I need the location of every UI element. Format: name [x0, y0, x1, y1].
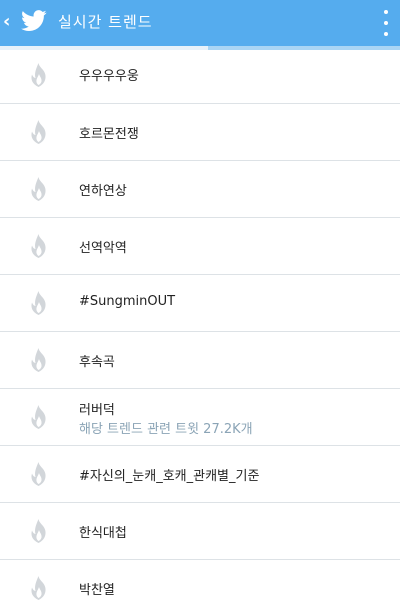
trend-label: 박찬열 — [79, 583, 115, 598]
trend-item[interactable]: #SungminOUT — [0, 275, 400, 332]
flame-icon — [31, 405, 46, 429]
trend-item[interactable]: #자신의_눈캐_호캐_관캐별_기준 — [0, 446, 400, 503]
trend-label: #SungminOUT — [79, 294, 176, 309]
flame-icon — [31, 462, 46, 486]
flame-icon — [31, 120, 46, 144]
trend-item[interactable]: 러버덕 해당 트렌드 관련 트윗 27.2K개 — [0, 389, 400, 446]
trend-label: 호르몬전쟁 — [79, 127, 139, 142]
trend-item[interactable]: 우우우우웅 — [0, 50, 400, 104]
trend-label: 우우우우웅 — [79, 69, 139, 84]
flame-icon — [31, 576, 46, 600]
app-bar: ‹ 실시간 트렌드 — [0, 0, 400, 46]
trend-item[interactable]: 박찬열 — [0, 560, 400, 616]
trend-list: 우우우우웅 호르몬전쟁 연하연상 선역악역 #SungminOUT 후속곡 러버… — [0, 50, 400, 616]
trend-item[interactable]: 후속곡 — [0, 332, 400, 389]
trend-item[interactable]: 호르몬전쟁 — [0, 104, 400, 161]
more-vertical-icon[interactable] — [382, 10, 390, 36]
trend-tweet-count: 해당 트렌드 관련 트윗 27.2K개 — [79, 422, 253, 437]
trend-item[interactable]: 연하연상 — [0, 161, 400, 218]
chevron-left-icon[interactable]: ‹ — [3, 12, 17, 32]
trend-label: 러버덕 — [79, 403, 115, 418]
trend-label: 후속곡 — [79, 355, 115, 370]
trend-item[interactable]: 한식대첩 — [0, 503, 400, 560]
trend-label: 한식대첩 — [79, 526, 127, 541]
flame-icon — [31, 63, 46, 87]
trend-item[interactable]: 선역악역 — [0, 218, 400, 275]
trend-label: #자신의_눈캐_호캐_관캐별_기준 — [79, 469, 260, 484]
twitter-bird-icon[interactable] — [21, 10, 47, 32]
flame-icon — [31, 234, 46, 258]
page-title: 실시간 트렌드 — [58, 13, 153, 31]
trend-label: 선역악역 — [79, 241, 127, 256]
flame-icon — [31, 177, 46, 201]
flame-icon — [31, 291, 46, 315]
trend-label: 연하연상 — [79, 184, 127, 199]
flame-icon — [31, 519, 46, 543]
flame-icon — [31, 348, 46, 372]
